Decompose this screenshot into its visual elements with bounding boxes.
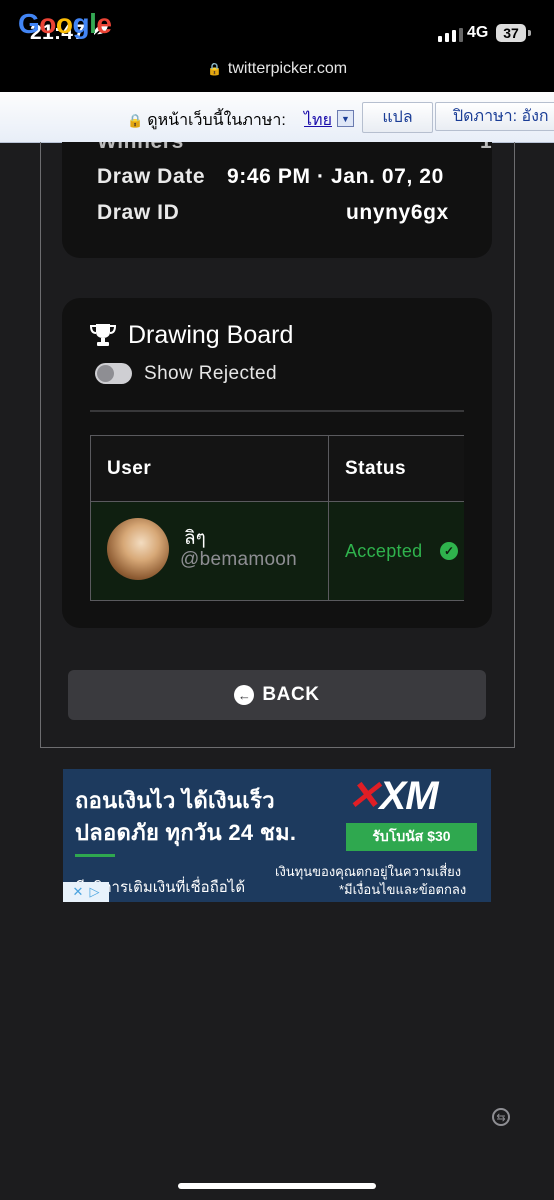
- secure-lock-icon: 🔒: [127, 113, 144, 128]
- show-rejected-label: Show Rejected: [144, 363, 277, 384]
- bonus-button[interactable]: รับโบนัส $30: [346, 823, 477, 851]
- draw-date-value: 9:46 PM · Jan. 07, 20: [227, 165, 444, 188]
- language-dropdown-icon[interactable]: ▼: [337, 110, 354, 127]
- back-button[interactable]: ← BACK: [68, 670, 486, 720]
- back-label: BACK: [262, 684, 320, 705]
- cell-signal-icon: [438, 28, 463, 42]
- adchoices-icon[interactable]: ✕ ▷: [63, 882, 109, 902]
- reader-mode-icon[interactable]: ⇆: [492, 1108, 510, 1126]
- battery-tip: [528, 30, 531, 36]
- user-handle[interactable]: @bemamoon: [180, 549, 297, 571]
- lock-icon: 🔒: [206, 62, 222, 76]
- xm-mark-icon: ✕: [347, 774, 381, 818]
- draw-date-label: Draw Date: [97, 165, 206, 188]
- avatar: [107, 518, 169, 580]
- status-badge: Accepted: [345, 541, 423, 561]
- table-header-status: Status: [328, 435, 464, 502]
- google-logo: Google: [18, 8, 112, 39]
- turn-off-translate-button[interactable]: ปิดภาษา: อังก: [435, 102, 554, 131]
- home-indicator: [178, 1183, 376, 1189]
- battery-icon: 37: [496, 24, 526, 42]
- translate-button[interactable]: แปล: [362, 102, 433, 133]
- trophy-icon: [89, 323, 117, 352]
- winners-value: 1: [480, 142, 492, 154]
- draw-info-card: Winners 1 Draw Date 9:46 PM · Jan. 07, 2…: [62, 142, 492, 258]
- drawing-board-title: Drawing Board: [128, 321, 294, 349]
- ad-headline-1: ถอนเงินไว ได้เงินเร็ว: [75, 788, 275, 813]
- show-rejected-toggle[interactable]: [95, 363, 132, 384]
- address-bar[interactable]: 🔒 twitterpicker.com: [0, 60, 554, 78]
- language-link[interactable]: ไทย: [304, 108, 332, 133]
- draw-id-value: unyny6gx: [346, 201, 449, 224]
- xm-logo: ✕XM: [347, 774, 439, 818]
- table-header-user: User: [90, 435, 329, 502]
- draw-id-label: Draw ID: [97, 201, 180, 224]
- table-row: ลิๆ @bemamoon: [90, 501, 329, 601]
- check-circle-icon: ✓: [440, 542, 458, 560]
- ad-banner[interactable]: ถอนเงินไว ได้เงินเร็ว ปลอดภัย ทุกวัน 24 …: [63, 769, 491, 902]
- ad-headline-2: ปลอดภัย ทุกวัน 24 ชม.: [75, 820, 297, 845]
- status-cell: Accepted ✓: [328, 501, 464, 601]
- ad-accent-line: [75, 854, 115, 857]
- url-text: twitterpicker.com: [227, 60, 348, 77]
- translate-prompt: 🔒 ดูหน้าเว็บนี้ในภาษา:: [127, 112, 286, 129]
- divider: [90, 410, 464, 412]
- winners-label: Winners: [97, 142, 184, 154]
- toggle-knob: [97, 365, 114, 382]
- ad-disclaimer-2: *มีเงื่อนไขและข้อตกลง: [339, 882, 467, 897]
- network-type: 4G: [467, 24, 489, 41]
- arrow-left-icon: ←: [234, 685, 255, 705]
- drawing-table: User Status ลิๆ @bemamoon Accepted ✓: [90, 435, 464, 601]
